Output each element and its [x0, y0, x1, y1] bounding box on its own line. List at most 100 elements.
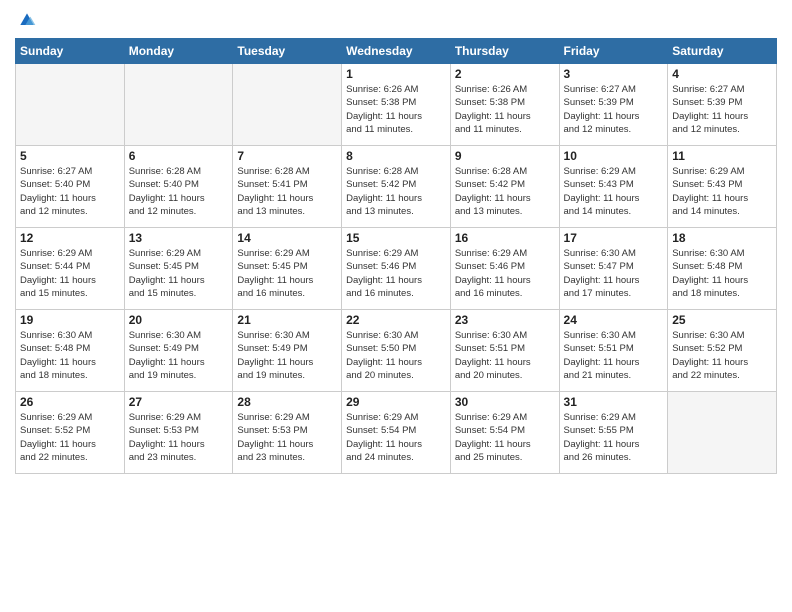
day-info: Sunrise: 6:29 AM — [455, 411, 555, 424]
day-info: and 12 minutes. — [129, 205, 229, 218]
weekday-header-saturday: Saturday — [668, 39, 777, 64]
day-info: Daylight: 11 hours — [129, 356, 229, 369]
day-info: Sunset: 5:38 PM — [346, 96, 446, 109]
calendar-cell: 27Sunrise: 6:29 AMSunset: 5:53 PMDayligh… — [124, 392, 233, 474]
calendar-cell: 1 Sunrise: 6:26 AMSunset: 5:38 PMDaylight… — [342, 64, 451, 146]
day-info: and 23 minutes. — [129, 451, 229, 464]
day-info: Sunrise: 6:30 AM — [20, 329, 120, 342]
day-number: 3 — [564, 67, 664, 81]
day-number: 23 — [455, 313, 555, 327]
day-number: 19 — [20, 313, 120, 327]
calendar-cell: 17Sunrise: 6:30 AMSunset: 5:47 PMDayligh… — [559, 228, 668, 310]
day-info: and 19 minutes. — [129, 369, 229, 382]
day-info: Daylight: 11 hours — [237, 356, 337, 369]
day-info: Daylight: 11 hours — [564, 110, 664, 123]
day-info: and 17 minutes. — [564, 287, 664, 300]
day-info: Sunrise: 6:29 AM — [129, 411, 229, 424]
day-number: 9 — [455, 149, 555, 163]
day-info: Daylight: 11 hours — [346, 356, 446, 369]
day-info: Daylight: 11 hours — [129, 274, 229, 287]
day-number: 28 — [237, 395, 337, 409]
day-info: Sunset: 5:51 PM — [455, 342, 555, 355]
day-info: Daylight: 11 hours — [455, 110, 555, 123]
day-number: 17 — [564, 231, 664, 245]
day-number: 20 — [129, 313, 229, 327]
day-info: Sunrise: 6:29 AM — [20, 411, 120, 424]
calendar-cell: 8Sunrise: 6:28 AMSunset: 5:42 PMDaylight… — [342, 146, 451, 228]
day-info: Daylight: 11 hours — [20, 274, 120, 287]
day-info: Sunrise: 6:26 AM — [346, 83, 446, 96]
calendar-cell: 28Sunrise: 6:29 AMSunset: 5:53 PMDayligh… — [233, 392, 342, 474]
day-info: Daylight: 11 hours — [346, 274, 446, 287]
day-info: and 22 minutes. — [672, 369, 772, 382]
day-number: 6 — [129, 149, 229, 163]
day-info: Sunset: 5:54 PM — [455, 424, 555, 437]
day-number: 7 — [237, 149, 337, 163]
week-row-4: 19Sunrise: 6:30 AMSunset: 5:48 PMDayligh… — [16, 310, 777, 392]
calendar-cell: 29Sunrise: 6:29 AMSunset: 5:54 PMDayligh… — [342, 392, 451, 474]
weekday-header-tuesday: Tuesday — [233, 39, 342, 64]
day-info: and 23 minutes. — [237, 451, 337, 464]
day-info: Sunrise: 6:27 AM — [564, 83, 664, 96]
day-number: 14 — [237, 231, 337, 245]
day-info: and 14 minutes. — [564, 205, 664, 218]
day-info: and 11 minutes. — [455, 123, 555, 136]
day-info: and 13 minutes. — [346, 205, 446, 218]
day-info: and 25 minutes. — [455, 451, 555, 464]
day-info: Sunrise: 6:30 AM — [672, 329, 772, 342]
calendar-cell: 25Sunrise: 6:30 AMSunset: 5:52 PMDayligh… — [668, 310, 777, 392]
logo — [15, 10, 37, 30]
day-number: 18 — [672, 231, 772, 245]
day-info: Sunset: 5:43 PM — [564, 178, 664, 191]
day-info: Sunrise: 6:27 AM — [20, 165, 120, 178]
day-info: and 16 minutes. — [237, 287, 337, 300]
day-info: and 18 minutes. — [672, 287, 772, 300]
day-info: Sunset: 5:53 PM — [129, 424, 229, 437]
day-info: Daylight: 11 hours — [346, 110, 446, 123]
calendar-cell: 30Sunrise: 6:29 AMSunset: 5:54 PMDayligh… — [450, 392, 559, 474]
day-info: Sunrise: 6:30 AM — [564, 329, 664, 342]
day-info: Sunrise: 6:28 AM — [346, 165, 446, 178]
weekday-header-thursday: Thursday — [450, 39, 559, 64]
day-info: Sunset: 5:52 PM — [672, 342, 772, 355]
day-info: Sunset: 5:55 PM — [564, 424, 664, 437]
calendar-cell: 5Sunrise: 6:27 AMSunset: 5:40 PMDaylight… — [16, 146, 125, 228]
day-info: Sunset: 5:47 PM — [564, 260, 664, 273]
day-info: Sunrise: 6:28 AM — [237, 165, 337, 178]
calendar-cell: 24Sunrise: 6:30 AMSunset: 5:51 PMDayligh… — [559, 310, 668, 392]
weekday-header-friday: Friday — [559, 39, 668, 64]
day-info: Sunset: 5:40 PM — [20, 178, 120, 191]
day-number: 1 — [346, 67, 446, 81]
day-info: Sunset: 5:40 PM — [129, 178, 229, 191]
calendar-cell: 20Sunrise: 6:30 AMSunset: 5:49 PMDayligh… — [124, 310, 233, 392]
weekday-header-row: SundayMondayTuesdayWednesdayThursdayFrid… — [16, 39, 777, 64]
day-info: Daylight: 11 hours — [455, 192, 555, 205]
day-info: Sunset: 5:44 PM — [20, 260, 120, 273]
week-row-5: 26Sunrise: 6:29 AMSunset: 5:52 PMDayligh… — [16, 392, 777, 474]
calendar-cell: 19Sunrise: 6:30 AMSunset: 5:48 PMDayligh… — [16, 310, 125, 392]
calendar-cell: 12Sunrise: 6:29 AMSunset: 5:44 PMDayligh… — [16, 228, 125, 310]
calendar-cell: 13Sunrise: 6:29 AMSunset: 5:45 PMDayligh… — [124, 228, 233, 310]
calendar-cell: 7Sunrise: 6:28 AMSunset: 5:41 PMDaylight… — [233, 146, 342, 228]
day-info: Sunset: 5:48 PM — [672, 260, 772, 273]
calendar-cell — [668, 392, 777, 474]
calendar-cell: 18Sunrise: 6:30 AMSunset: 5:48 PMDayligh… — [668, 228, 777, 310]
day-info: Daylight: 11 hours — [237, 274, 337, 287]
day-info: Daylight: 11 hours — [20, 192, 120, 205]
week-row-2: 5Sunrise: 6:27 AMSunset: 5:40 PMDaylight… — [16, 146, 777, 228]
day-info: and 13 minutes. — [455, 205, 555, 218]
calendar-cell: 15Sunrise: 6:29 AMSunset: 5:46 PMDayligh… — [342, 228, 451, 310]
day-info: Sunrise: 6:27 AM — [672, 83, 772, 96]
day-number: 11 — [672, 149, 772, 163]
calendar-cell: 26Sunrise: 6:29 AMSunset: 5:52 PMDayligh… — [16, 392, 125, 474]
day-info: Sunset: 5:46 PM — [455, 260, 555, 273]
day-info: Sunset: 5:46 PM — [346, 260, 446, 273]
day-info: Sunset: 5:42 PM — [455, 178, 555, 191]
day-info: and 12 minutes. — [672, 123, 772, 136]
day-info: Daylight: 11 hours — [455, 356, 555, 369]
day-info: Sunrise: 6:26 AM — [455, 83, 555, 96]
day-number: 10 — [564, 149, 664, 163]
day-info: and 14 minutes. — [672, 205, 772, 218]
day-info: Sunrise: 6:30 AM — [564, 247, 664, 260]
day-info: Sunrise: 6:30 AM — [455, 329, 555, 342]
